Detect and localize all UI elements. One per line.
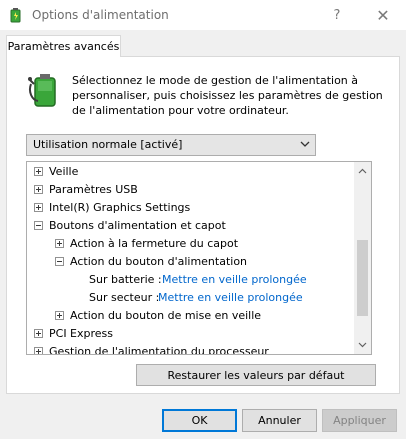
tree-item-lid-action[interactable]: Action à la fermeture du capot [27, 235, 354, 253]
tree-item-sleep-button-action[interactable]: Action du bouton de mise en veille [27, 307, 354, 325]
tree-item-label: Action à la fermeture du capot [70, 237, 239, 250]
tree-item-label: Action du bouton d'alimentation [70, 255, 248, 268]
expand-icon[interactable] [34, 167, 43, 176]
tree-item-intel-graphics[interactable]: Intel(R) Graphics Settings [27, 199, 354, 217]
expand-icon[interactable] [34, 203, 43, 212]
power-plan-select[interactable]: Utilisation normale [activé] [26, 134, 316, 156]
tree-item-power-button-action[interactable]: Action du bouton d'alimentation [27, 253, 354, 271]
power-plan-value: Utilisation normale [activé] [33, 138, 183, 151]
vertical-scrollbar[interactable] [354, 162, 371, 354]
tree-item-on-battery[interactable]: Sur batterie : Mettre en veille prolongé… [27, 271, 354, 289]
battery-icon [28, 74, 56, 107]
tree-item-label: Boutons d'alimentation et capot [49, 219, 226, 232]
tree-item-label: Gestion de l'alimentation du processeur [49, 345, 269, 355]
tree-item-label: Action du bouton de mise en veille [70, 309, 262, 322]
restore-defaults-button[interactable]: Restaurer les valeurs par défaut [136, 364, 376, 386]
expand-icon[interactable] [34, 347, 43, 354]
setting-label: Sur secteur : [89, 291, 160, 304]
help-button[interactable]: ? [314, 0, 360, 30]
tree-item-power-buttons[interactable]: Boutons d'alimentation et capot [27, 217, 354, 235]
setting-value-link[interactable]: Mettre en veille prolongée [162, 273, 307, 286]
tab-advanced-settings[interactable]: Paramètres avancés [6, 35, 121, 57]
collapse-icon[interactable] [55, 257, 64, 266]
ok-button[interactable]: OK [162, 409, 237, 432]
tree-item-label: Veille [49, 165, 79, 178]
tree-item-label: Paramètres USB [49, 183, 138, 196]
cancel-button[interactable]: Annuler [242, 409, 317, 432]
scroll-up-icon[interactable] [358, 167, 367, 176]
scrollbar-thumb[interactable] [357, 240, 368, 316]
close-button[interactable]: ✕ [360, 0, 406, 30]
expand-icon[interactable] [34, 185, 43, 194]
scroll-down-icon[interactable] [358, 340, 367, 349]
tree-item-pci-express[interactable]: PCI Express [27, 325, 354, 343]
power-options-icon [10, 8, 21, 23]
setting-label: Sur batterie : [89, 273, 162, 286]
tree-item-usb[interactable]: Paramètres USB [27, 181, 354, 199]
window-title: Options d'alimentation [32, 8, 169, 22]
tree-item-on-ac[interactable]: Sur secteur : Mettre en veille prolongée [27, 289, 354, 307]
settings-tree[interactable]: Veille Paramètres USB Intel(R) Graphics … [26, 161, 372, 355]
tree-item-processor-power[interactable]: Gestion de l'alimentation du processeur [27, 343, 354, 355]
apply-button[interactable]: Appliquer [322, 409, 397, 432]
expand-icon[interactable] [55, 311, 64, 320]
tree-item-veille[interactable]: Veille [27, 163, 354, 181]
tree-item-label: Intel(R) Graphics Settings [49, 201, 191, 214]
tree-item-label: PCI Express [49, 327, 114, 340]
expand-icon[interactable] [55, 239, 64, 248]
collapse-icon[interactable] [34, 221, 43, 230]
expand-icon[interactable] [34, 329, 43, 338]
description-text: Sélectionnez le mode de gestion de l'ali… [72, 74, 383, 117]
setting-value-link[interactable]: Mettre en veille prolongée [158, 291, 303, 304]
title-bar: Options d'alimentation ? ✕ [0, 0, 406, 30]
chevron-down-icon [300, 141, 310, 147]
